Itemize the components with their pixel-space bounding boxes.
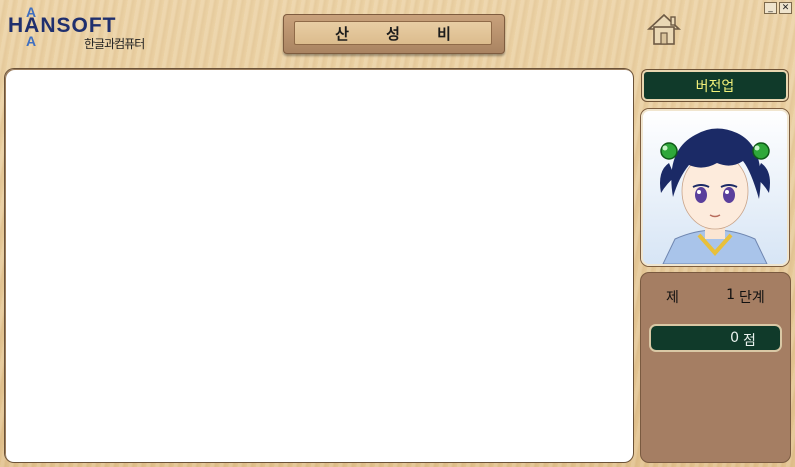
character-portrait [660, 128, 770, 264]
home-button[interactable] [646, 12, 682, 46]
hair-bead-right [752, 142, 770, 160]
game-play-area[interactable] [5, 69, 633, 462]
logo-accent-a-bottom: A [26, 33, 37, 49]
minimize-button[interactable]: _ [764, 2, 777, 14]
title-plaque: 산 성 비 [283, 14, 505, 54]
level-suffix: 단계 [739, 290, 765, 306]
game-title: 산 성 비 [294, 21, 492, 45]
score-unit: 점 [743, 333, 756, 349]
hansoft-logo: A HANSOFT A 한글과컴퓨터 [8, 4, 168, 52]
level-number: 1 [726, 287, 735, 303]
score-value: 0 [730, 330, 739, 346]
home-icon [646, 13, 682, 45]
close-button[interactable]: ✕ [779, 2, 792, 14]
logo-company-text: 한글과컴퓨터 [84, 37, 145, 51]
character-avatar [641, 109, 789, 266]
status-panel: 제 1 단계 0 점 [641, 273, 790, 462]
level-indicator: 제 1 단계 [641, 287, 790, 307]
level-prefix: 제 [666, 290, 679, 306]
hair-bead-left [660, 142, 678, 160]
version-up-button[interactable]: 버전업 [642, 70, 788, 101]
score-display: 0 점 [649, 324, 782, 352]
